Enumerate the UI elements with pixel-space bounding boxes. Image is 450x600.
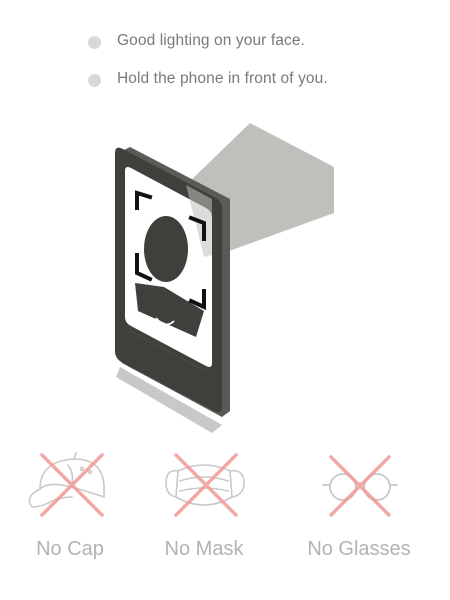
bullet-dot xyxy=(88,74,101,87)
tip-text: Good lighting on your face. xyxy=(117,32,305,49)
mask-icon xyxy=(165,453,245,517)
no-mask-item: No Mask xyxy=(148,445,260,560)
bullet-dot xyxy=(88,36,101,49)
no-cap-item: No Cap xyxy=(18,445,122,560)
no-cap-label: No Cap xyxy=(36,538,104,560)
tip-text: Hold the phone in front of you. xyxy=(117,70,328,87)
no-mask-label: No Mask xyxy=(164,538,244,560)
phone-face-scan-illustration xyxy=(100,115,350,435)
no-glasses-item: No Glasses xyxy=(293,445,425,560)
face-head xyxy=(144,216,188,282)
tip-item: Hold the phone in front of you. xyxy=(86,68,426,106)
tip-item: Good lighting on your face. xyxy=(86,30,426,68)
no-glasses-label: No Glasses xyxy=(307,538,411,560)
glasses-icon xyxy=(322,455,398,517)
prohibited-items: No Cap No Mask No Glasses xyxy=(0,445,450,585)
tips-list: Good lighting on your face. Hold the pho… xyxy=(86,30,426,106)
cap-icon xyxy=(28,452,105,517)
phone-scan-graphic xyxy=(115,123,334,433)
